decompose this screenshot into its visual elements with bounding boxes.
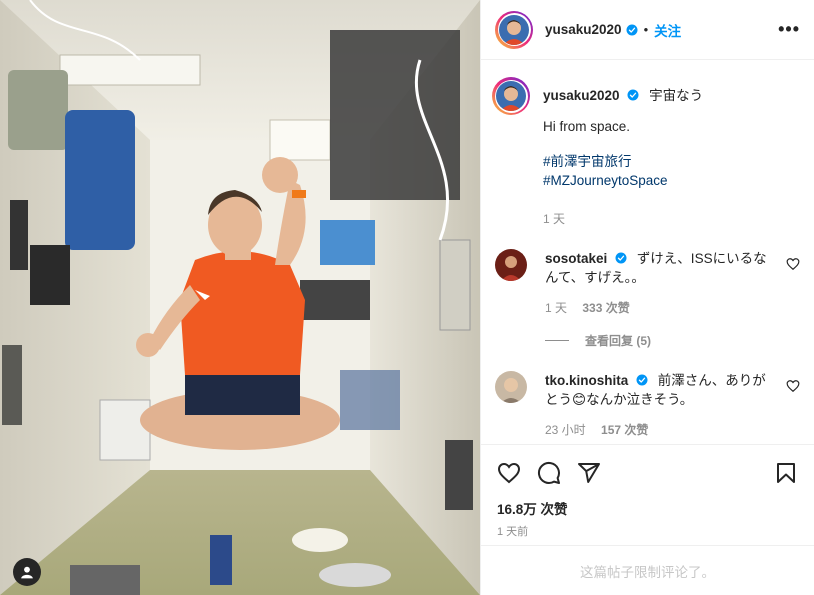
bookmark-icon[interactable] (774, 461, 798, 485)
author-avatar[interactable] (495, 10, 533, 49)
heart-icon[interactable] (786, 257, 800, 271)
post-header: yusaku2020 • 关注 ••• (481, 0, 814, 60)
action-bar (481, 444, 814, 500)
comments-disabled-notice: 这篇帖子限制评论了。 (481, 545, 814, 595)
verified-badge-icon (615, 252, 627, 264)
comment-icon[interactable] (537, 461, 561, 485)
comment-likes[interactable]: 157 次赞 (601, 423, 648, 437)
caption-body: Hi from space. (543, 119, 631, 134)
heart-icon[interactable] (497, 461, 521, 485)
hashtag-link[interactable]: #前澤宇宙旅行 (543, 152, 776, 171)
divider-line (545, 340, 569, 341)
caption-timestamp[interactable]: 1 天 (543, 212, 565, 226)
verified-badge-icon (627, 89, 639, 101)
likes-count[interactable]: 16.8万 次赞 (497, 498, 568, 518)
caption: yusaku2020 宇宙なう Hi from space. #前澤宇宙旅行 #… (492, 77, 800, 229)
user-tag-button[interactable] (13, 558, 41, 586)
post-sidebar: yusaku2020 • 关注 ••• yusaku2020 宇宙なう Hi f… (480, 0, 814, 595)
view-replies-button[interactable]: 查看回复 (5) (545, 332, 800, 349)
caption-author-avatar[interactable] (492, 77, 530, 115)
comments-section[interactable]: yusaku2020 宇宙なう Hi from space. #前澤宇宙旅行 #… (481, 60, 814, 444)
commenter-username[interactable]: tko.kinoshita (545, 373, 628, 388)
caption-headline: 宇宙なう (649, 88, 704, 103)
comment-timestamp[interactable]: 23 小时 (545, 423, 586, 437)
commenter-avatar[interactable] (495, 371, 527, 403)
separator-dot: • (643, 22, 649, 37)
more-options-icon[interactable]: ••• (778, 19, 800, 40)
hashtag-link[interactable]: #MZJourneytoSpace (543, 171, 776, 190)
view-replies-label: 查看回复 (5) (585, 334, 652, 348)
avatar-image (495, 249, 527, 281)
caption-username[interactable]: yusaku2020 (543, 88, 620, 103)
author-username[interactable]: yusaku2020 (545, 22, 622, 37)
verified-badge-icon (636, 374, 648, 386)
comment-timestamp[interactable]: 1 天 (545, 301, 567, 315)
heart-icon[interactable] (786, 379, 800, 393)
avatar-image (499, 14, 529, 45)
iss-interior-photo (0, 0, 480, 595)
share-icon[interactable] (577, 461, 601, 485)
avatar-image (496, 81, 526, 111)
follow-button[interactable]: 关注 (654, 20, 681, 40)
comment-item: sosotakei ずけえ、ISSにいるなんて、すげえ。。 1 天 333 次赞 (495, 249, 800, 318)
post-photo[interactable] (0, 0, 480, 595)
comment-item: tko.kinoshita 前澤さん、ありがとう😊なんか泣きそう。 23 小时 … (495, 371, 800, 440)
avatar-image (495, 371, 527, 403)
commenter-username[interactable]: sosotakei (545, 251, 607, 266)
post-date[interactable]: 1 天前 (497, 523, 528, 539)
user-tag-icon (21, 566, 33, 579)
commenter-avatar[interactable] (495, 249, 527, 281)
verified-badge-icon (626, 24, 638, 35)
comment-likes[interactable]: 333 次赞 (582, 301, 629, 315)
